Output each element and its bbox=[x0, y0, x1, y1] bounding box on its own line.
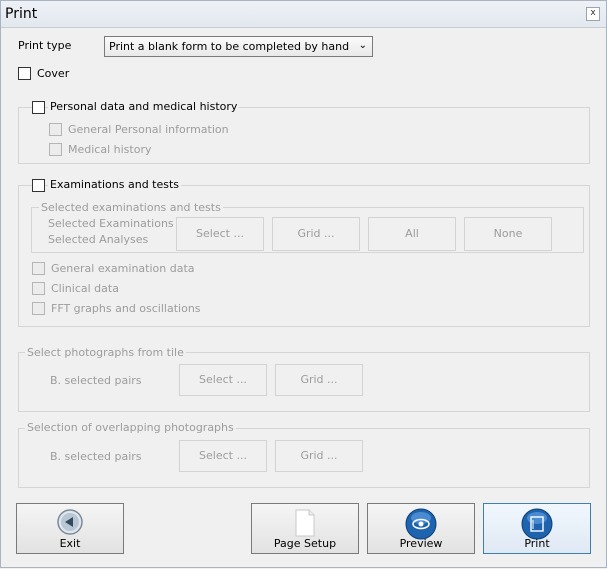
general-personal-info-label: General Personal information bbox=[68, 123, 229, 136]
print-label: Print bbox=[524, 537, 550, 550]
personal-data-label[interactable]: Personal data and medical history bbox=[48, 100, 240, 113]
print-type-value: Print a blank form to be completed by ha… bbox=[109, 40, 350, 53]
selected-examinations-label: Selected Examinations bbox=[48, 217, 174, 230]
print-button[interactable]: Print bbox=[483, 503, 591, 554]
medical-history-label: Medical history bbox=[68, 143, 152, 156]
back-arrow-icon bbox=[56, 508, 84, 539]
medical-history-checkbox[interactable] bbox=[49, 143, 62, 156]
page-setup-button[interactable]: Page Setup bbox=[251, 503, 359, 554]
window-title: Print bbox=[5, 6, 38, 22]
selected-exams-title: Selected examinations and tests bbox=[39, 201, 223, 214]
preview-button[interactable]: Preview bbox=[367, 503, 475, 554]
photos-tile-pairs-label: B. selected pairs bbox=[50, 374, 142, 387]
selected-analyses-label: Selected Analyses bbox=[48, 233, 149, 246]
exit-label: Exit bbox=[59, 537, 81, 550]
preview-label: Preview bbox=[399, 537, 443, 550]
general-personal-info-checkbox[interactable] bbox=[49, 123, 62, 136]
fft-graphs-label: FFT graphs and oscillations bbox=[51, 302, 201, 315]
print-type-select[interactable]: Print a blank form to be completed by ha… bbox=[104, 36, 373, 57]
photos-tile-grid-button[interactable]: Grid ... bbox=[275, 364, 363, 396]
photos-tile-title: Select photographs from tile bbox=[25, 346, 186, 359]
page-setup-label: Page Setup bbox=[273, 537, 337, 550]
chevron-down-icon: ⌄ bbox=[358, 40, 367, 51]
photos-overlap-select-button[interactable]: Select ... bbox=[179, 440, 267, 472]
title-bar: Print x bbox=[0, 0, 607, 28]
exams-all-button[interactable]: All bbox=[368, 217, 456, 251]
cover-checkbox[interactable] bbox=[18, 67, 31, 80]
exams-select-button[interactable]: Select ... bbox=[176, 217, 264, 251]
photos-overlap-title: Selection of overlapping photographs bbox=[25, 421, 236, 434]
exit-button[interactable]: Exit bbox=[16, 503, 124, 554]
examinations-checkbox[interactable] bbox=[32, 179, 45, 192]
examinations-label[interactable]: Examinations and tests bbox=[48, 178, 182, 191]
photos-overlap-grid-button[interactable]: Grid ... bbox=[275, 440, 363, 472]
print-type-label: Print type bbox=[18, 39, 72, 52]
close-button[interactable]: x bbox=[586, 7, 600, 21]
cover-label[interactable]: Cover bbox=[37, 67, 69, 80]
photos-overlap-pairs-label: B. selected pairs bbox=[50, 450, 142, 463]
clinical-data-label: Clinical data bbox=[51, 282, 119, 295]
fft-graphs-checkbox[interactable] bbox=[32, 302, 45, 315]
photos-tile-select-button[interactable]: Select ... bbox=[179, 364, 267, 396]
general-exam-data-checkbox[interactable] bbox=[32, 262, 45, 275]
personal-data-checkbox[interactable] bbox=[32, 101, 45, 114]
general-exam-data-label: General examination data bbox=[51, 262, 195, 275]
exams-grid-button[interactable]: Grid ... bbox=[272, 217, 360, 251]
clinical-data-checkbox[interactable] bbox=[32, 282, 45, 295]
exams-none-button[interactable]: None bbox=[464, 217, 552, 251]
